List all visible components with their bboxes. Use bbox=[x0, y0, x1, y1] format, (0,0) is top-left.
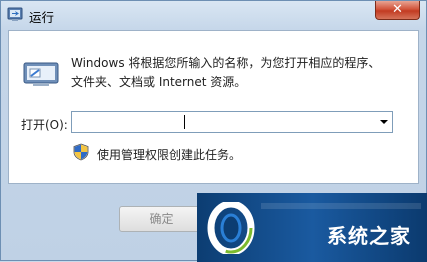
window-title: 运行 bbox=[29, 10, 55, 25]
watermark-brand-text: 系统之家 bbox=[327, 224, 411, 248]
ok-button[interactable]: 确定 bbox=[119, 206, 204, 232]
run-program-icon bbox=[23, 62, 59, 86]
title-bar[interactable]: 运行 ✕ bbox=[1, 1, 426, 29]
dialog-body: Windows 将根据您所输入的名称，为您打开相应的程序、 文件夹、文档或 In… bbox=[8, 30, 419, 184]
open-field-label: 打开(O): bbox=[21, 118, 68, 132]
uac-shield-icon bbox=[73, 143, 89, 161]
watermark-overlay: 系统之家 bbox=[197, 193, 427, 262]
watermark-faint-text bbox=[261, 203, 421, 209]
open-combobox[interactable] bbox=[71, 111, 393, 133]
run-app-icon bbox=[7, 7, 23, 21]
description-line-1: Windows 将根据您所输入的名称，为您打开相应的程序、 bbox=[71, 56, 381, 70]
admin-privileges-note: 使用管理权限创建此任务。 bbox=[97, 148, 242, 162]
close-icon: ✕ bbox=[392, 2, 403, 17]
run-dialog: 运行 ✕ Windows 将根据您所输入的名称，为您打开相应的程序、 文件夹、文… bbox=[0, 0, 427, 262]
text-caret bbox=[184, 115, 185, 129]
chevron-down-icon[interactable] bbox=[380, 120, 388, 124]
close-button[interactable]: ✕ bbox=[375, 1, 420, 20]
brand-logo-icon bbox=[207, 202, 255, 254]
description-line-2: 文件夹、文档或 Internet 资源。 bbox=[71, 75, 247, 89]
